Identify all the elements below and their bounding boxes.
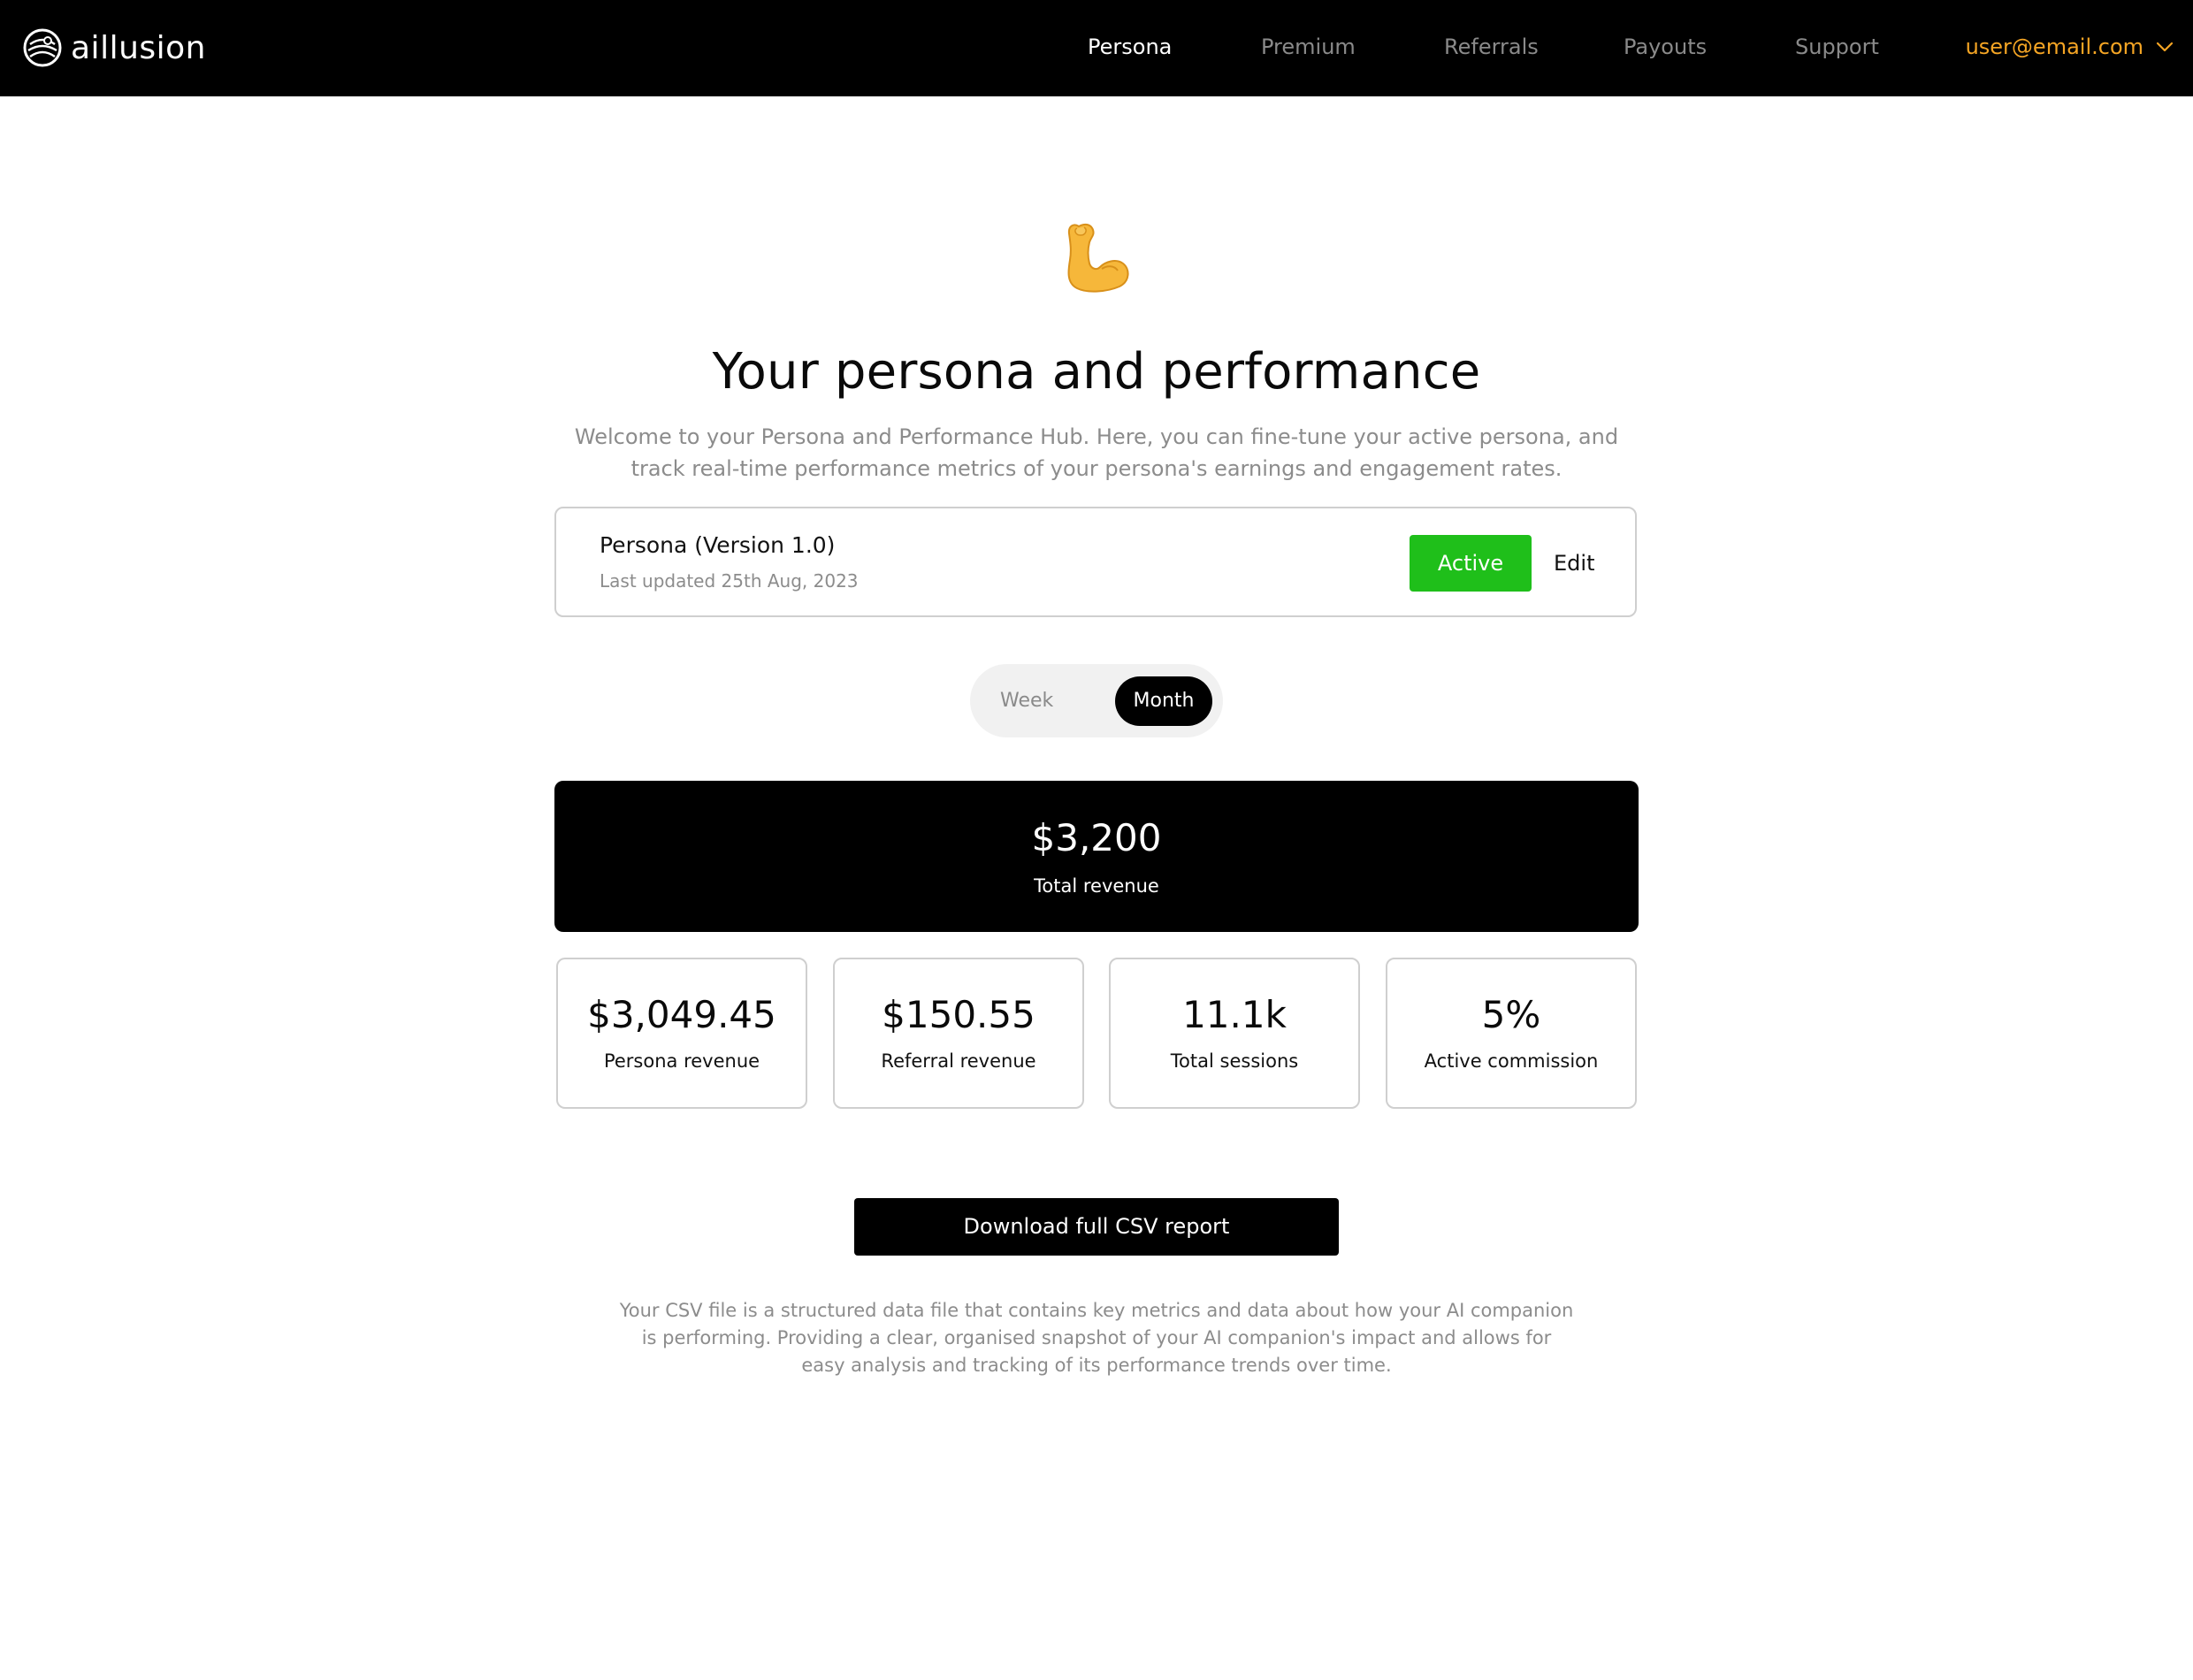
persona-card: Persona (Version 1.0) Last updated 25th … — [554, 507, 1637, 617]
chevron-down-icon — [2156, 42, 2174, 52]
page-intro: Welcome to your Persona and Performance … — [574, 424, 1619, 481]
stat-value: 11.1k — [1182, 993, 1287, 1036]
stat-value: 5% — [1481, 993, 1541, 1036]
active-status-button[interactable]: Active — [1410, 535, 1532, 592]
csv-description: Your CSV file is a structured data file … — [619, 1300, 1574, 1376]
nav-item-premium[interactable]: Premium — [1261, 32, 1356, 62]
total-revenue-card: $3,200 Total revenue — [554, 781, 1639, 932]
page-title: Your persona and performance — [712, 342, 1481, 401]
stat-value: $150.55 — [882, 993, 1035, 1036]
user-menu[interactable]: user@email.com — [1966, 32, 2174, 62]
stat-card-persona-revenue: $3,049.45 Persona revenue — [556, 958, 807, 1109]
stat-label: Referral revenue — [881, 1050, 1036, 1072]
period-toggle: Week Month — [970, 664, 1223, 737]
logo-icon — [23, 28, 62, 67]
total-revenue-value: $3,200 — [1031, 816, 1162, 859]
stat-card-referral-revenue: $150.55 Referral revenue — [833, 958, 1084, 1109]
flexed-biceps-icon — [1067, 223, 1129, 293]
nav-item-support[interactable]: Support — [1795, 32, 1879, 62]
nav-item-payouts[interactable]: Payouts — [1624, 32, 1707, 62]
user-email: user@email.com — [1965, 34, 2143, 59]
nav-item-persona[interactable]: Persona — [1088, 32, 1172, 62]
total-revenue-label: Total revenue — [1034, 875, 1159, 897]
top-navigation-bar: aillusion Persona Premium Referrals Payo… — [0, 0, 2193, 96]
stat-label: Active commission — [1424, 1050, 1599, 1072]
stat-value: $3,049.45 — [587, 993, 776, 1036]
stat-card-total-sessions: 11.1k Total sessions — [1109, 958, 1360, 1109]
brand-logo[interactable]: aillusion — [21, 26, 206, 70]
stat-label: Total sessions — [1170, 1050, 1299, 1072]
nav-item-referrals[interactable]: Referrals — [1444, 32, 1539, 62]
toggle-option-week[interactable]: Week — [1000, 664, 1053, 737]
stat-label: Persona revenue — [603, 1050, 760, 1072]
stat-card-active-commission: 5% Active commission — [1386, 958, 1637, 1109]
persona-name: Persona (Version 1.0) — [600, 532, 836, 558]
brand-name: aillusion — [71, 29, 206, 66]
download-csv-button[interactable]: Download full CSV report — [854, 1198, 1339, 1256]
toggle-option-month[interactable]: Month — [1115, 676, 1212, 726]
persona-last-updated: Last updated 25th Aug, 2023 — [600, 570, 859, 592]
edit-persona-button[interactable]: Edit — [1554, 535, 1594, 592]
